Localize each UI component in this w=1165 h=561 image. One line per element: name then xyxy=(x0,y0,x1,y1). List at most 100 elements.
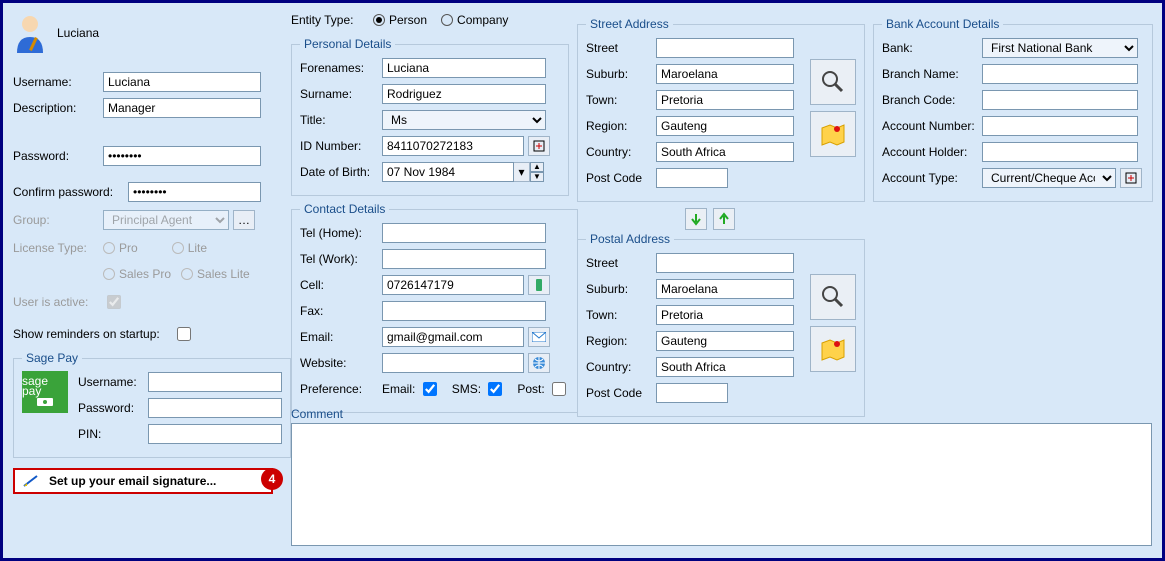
pref-email-label: Email: xyxy=(382,382,415,396)
bank-details-group: Bank Account Details Bank:First National… xyxy=(873,17,1153,202)
bank-select[interactable]: First National Bank xyxy=(982,38,1138,58)
postal-street-input[interactable] xyxy=(656,253,794,273)
branch-code-label: Branch Code: xyxy=(882,93,982,107)
dob-spin-down[interactable]: ▼ xyxy=(530,172,544,182)
username-input[interactable] xyxy=(103,72,261,92)
comment-section: Comment xyxy=(291,407,1152,548)
account-holder-input[interactable] xyxy=(982,142,1138,162)
title-label: Title: xyxy=(300,113,382,127)
branch-code-input[interactable] xyxy=(982,90,1138,110)
account-type-label: Account Type: xyxy=(882,171,982,185)
email-envelope-icon[interactable] xyxy=(528,327,550,347)
show-reminders-checkbox[interactable] xyxy=(177,327,191,341)
comment-textarea[interactable] xyxy=(291,423,1152,546)
postal-address-group: Postal Address Street Suburb: Town: Regi… xyxy=(577,232,865,417)
bank-details-legend: Bank Account Details xyxy=(882,17,1003,31)
branch-name-label: Branch Name: xyxy=(882,67,982,81)
sagepay-pin-input[interactable] xyxy=(148,424,282,444)
street-suburb-label: Suburb: xyxy=(586,67,656,81)
fax-input[interactable] xyxy=(382,301,546,321)
dob-label: Date of Birth: xyxy=(300,165,382,179)
confirm-password-input[interactable] xyxy=(128,182,261,202)
pref-email-checkbox[interactable] xyxy=(423,382,437,396)
email-label: Email: xyxy=(300,330,382,344)
middle-column: Entity Type: Person Company Personal Det… xyxy=(291,9,569,419)
id-action-button[interactable] xyxy=(528,136,550,156)
street-country-label: Country: xyxy=(586,145,656,159)
cell-label: Cell: xyxy=(300,278,382,292)
account-type-action-button[interactable] xyxy=(1120,168,1142,188)
postal-suburb-input[interactable] xyxy=(656,279,794,299)
sagepay-logo-text: sage pay xyxy=(22,376,68,396)
pref-post-checkbox[interactable] xyxy=(552,382,566,396)
description-input[interactable] xyxy=(103,98,261,118)
bank-column: Bank Account Details Bank:First National… xyxy=(873,17,1153,208)
surname-input[interactable] xyxy=(382,84,546,104)
left-column: Luciana Username: Description: Password:… xyxy=(13,13,283,494)
cell-phone-icon[interactable] xyxy=(528,275,550,295)
pref-post-label: Post: xyxy=(517,382,544,396)
title-select[interactable]: Ms xyxy=(382,110,546,130)
postal-country-label: Country: xyxy=(586,360,656,374)
website-input[interactable] xyxy=(382,353,524,373)
copy-up-button[interactable] xyxy=(713,208,735,230)
dob-spin-up[interactable]: ▲ xyxy=(530,162,544,172)
tel-home-input[interactable] xyxy=(382,223,546,243)
street-lookup-button[interactable] xyxy=(810,59,856,105)
postal-map-button[interactable] xyxy=(810,326,856,372)
tel-home-label: Tel (Home): xyxy=(300,226,382,240)
branch-name-input[interactable] xyxy=(982,64,1138,84)
id-number-input[interactable] xyxy=(382,136,524,156)
user-display-name: Luciana xyxy=(57,26,99,40)
postal-region-label: Region: xyxy=(586,334,656,348)
cell-input[interactable] xyxy=(382,275,524,295)
setup-email-signature-button[interactable]: Set up your email signature... 4 xyxy=(13,468,273,494)
postal-town-input[interactable] xyxy=(656,305,794,325)
postal-lookup-button[interactable] xyxy=(810,274,856,320)
street-postcode-input[interactable] xyxy=(656,168,728,188)
street-street-label: Street xyxy=(586,41,656,55)
app-frame: Luciana Username: Description: Password:… xyxy=(0,0,1165,561)
license-lite-radio xyxy=(172,242,184,254)
tel-work-input[interactable] xyxy=(382,249,546,269)
street-country-input[interactable] xyxy=(656,142,794,162)
postal-region-input[interactable] xyxy=(656,331,794,351)
email-input[interactable] xyxy=(382,327,524,347)
account-type-select[interactable]: Current/Cheque Acco xyxy=(982,168,1116,188)
forenames-input[interactable] xyxy=(382,58,546,78)
sagepay-username-input[interactable] xyxy=(148,372,282,392)
license-pro-label: Pro xyxy=(119,241,138,255)
copy-down-button[interactable] xyxy=(685,208,707,230)
license-saleslite-label: Sales Lite xyxy=(197,267,250,281)
website-label: Website: xyxy=(300,356,382,370)
dob-spinner: ▲▼ xyxy=(530,162,544,182)
surname-label: Surname: xyxy=(300,87,382,101)
sagepay-logo-icon: sage pay xyxy=(22,371,68,413)
account-number-input[interactable] xyxy=(982,116,1138,136)
postal-country-input[interactable] xyxy=(656,357,794,377)
pref-sms-label: SMS: xyxy=(452,382,481,396)
dob-input[interactable] xyxy=(382,162,514,182)
street-map-button[interactable] xyxy=(810,111,856,157)
signature-button-label: Set up your email signature... xyxy=(49,474,216,488)
sagepay-password-input[interactable] xyxy=(148,398,282,418)
entity-person-label: Person xyxy=(389,13,427,27)
sagepay-legend: Sage Pay xyxy=(22,351,82,365)
entity-company-radio[interactable] xyxy=(441,14,453,26)
street-town-input[interactable] xyxy=(656,90,794,110)
signature-step-badge: 4 xyxy=(261,468,283,490)
website-globe-icon[interactable] xyxy=(528,353,550,373)
license-salespro-radio xyxy=(103,268,115,280)
password-input[interactable] xyxy=(103,146,261,166)
street-street-input[interactable] xyxy=(656,38,794,58)
postal-postcode-input[interactable] xyxy=(656,383,728,403)
license-type-label: License Type: xyxy=(13,241,103,255)
license-saleslite-radio xyxy=(181,268,193,280)
street-suburb-input[interactable] xyxy=(656,64,794,84)
group-ellipsis-button[interactable]: … xyxy=(233,210,255,230)
dob-dropdown-button[interactable]: ▾ xyxy=(514,162,530,182)
pref-sms-checkbox[interactable] xyxy=(488,382,502,396)
street-region-label: Region: xyxy=(586,119,656,133)
street-region-input[interactable] xyxy=(656,116,794,136)
entity-person-radio[interactable] xyxy=(373,14,385,26)
